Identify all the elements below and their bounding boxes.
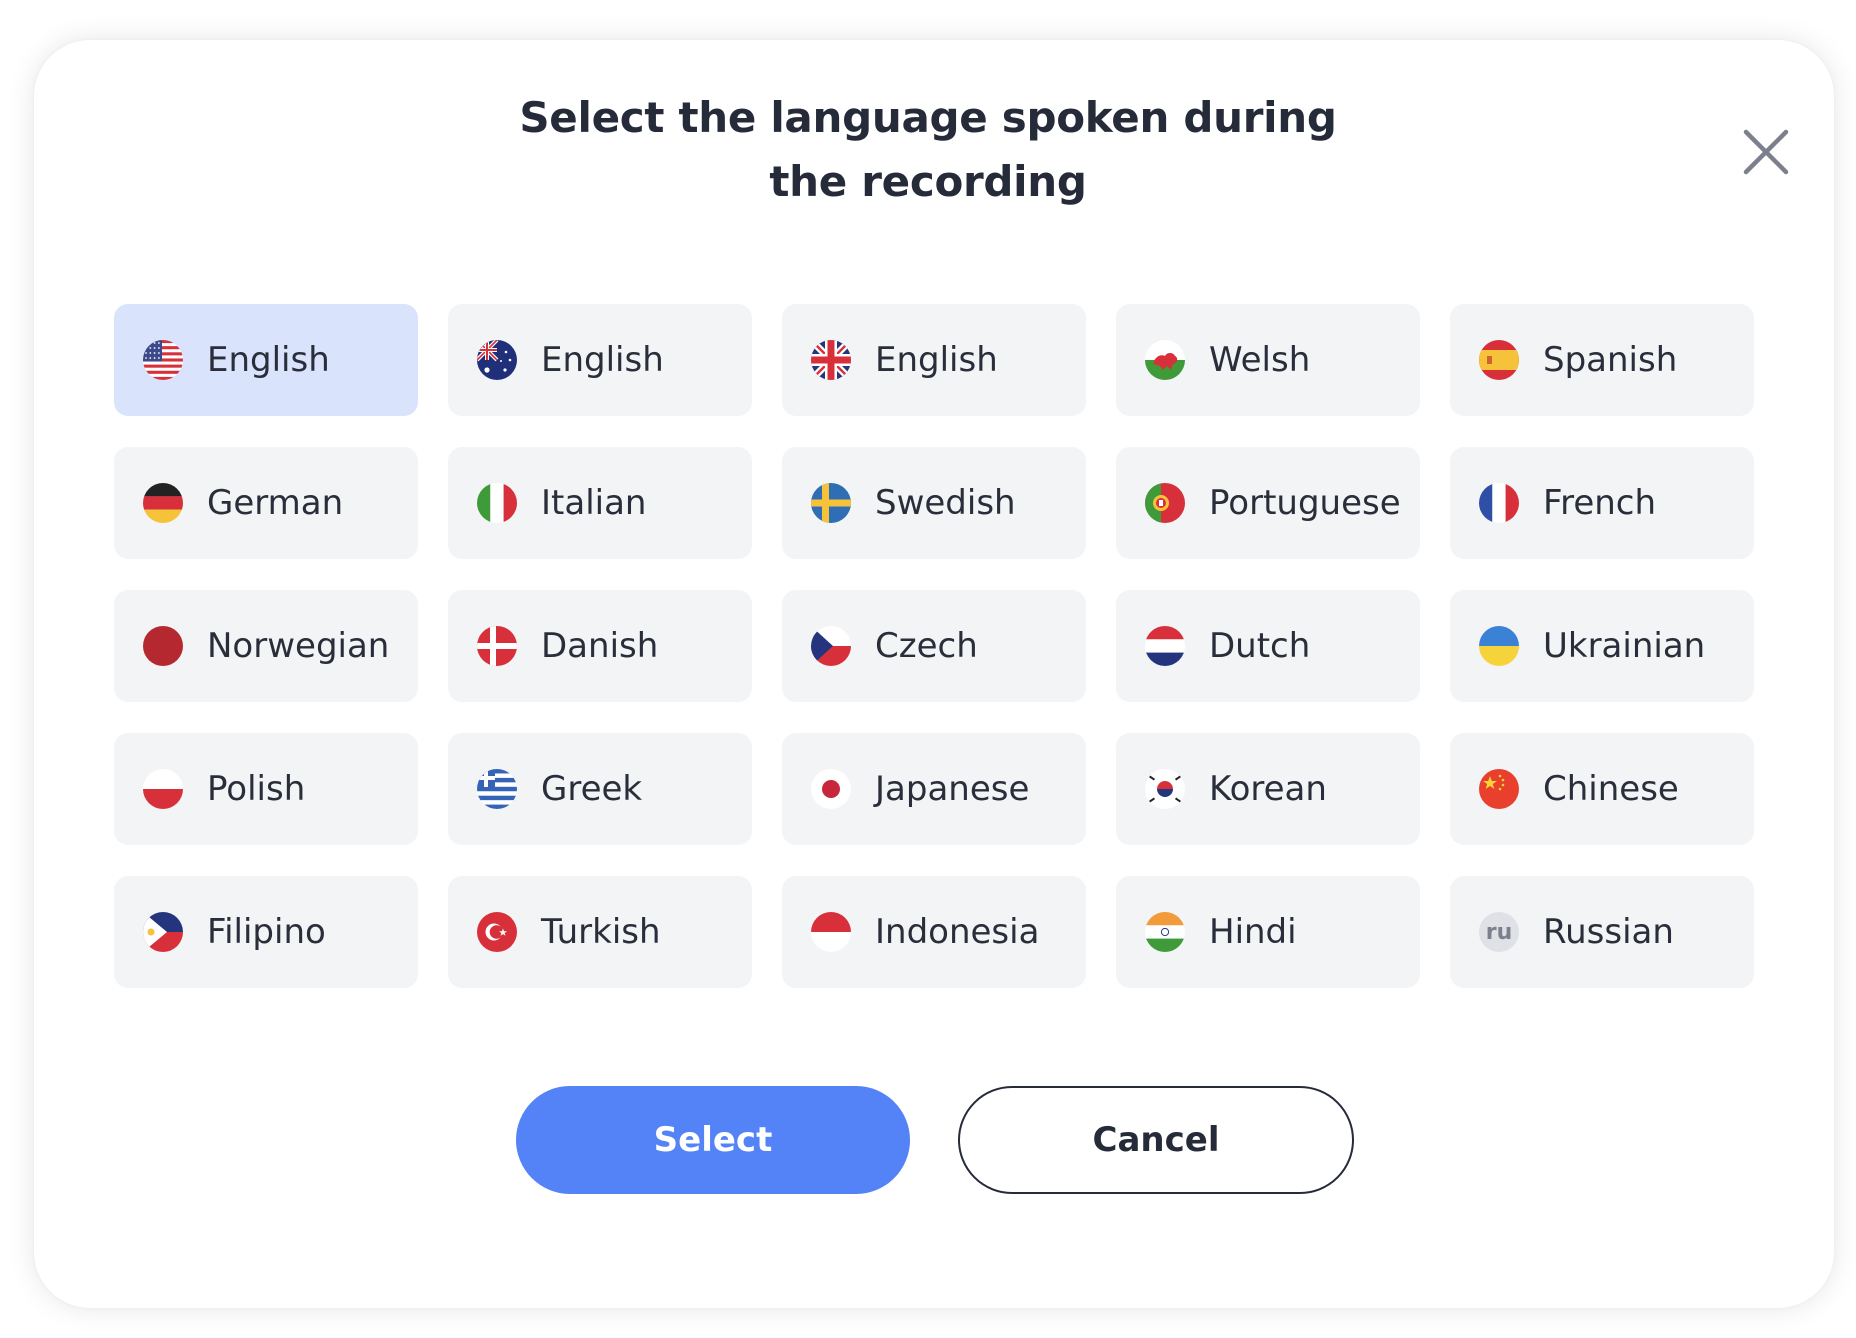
language-option-german[interactable]: German bbox=[114, 447, 418, 559]
language-label: French bbox=[1543, 483, 1657, 523]
au-flag-icon bbox=[477, 340, 517, 380]
language-label: Filipino bbox=[207, 912, 326, 952]
close-button[interactable] bbox=[1738, 124, 1794, 180]
pl-flag-icon bbox=[143, 769, 183, 809]
language-label: Indonesia bbox=[875, 912, 1040, 952]
language-label: Greek bbox=[541, 769, 643, 809]
language-label: Polish bbox=[207, 769, 306, 809]
language-label: English bbox=[875, 340, 998, 380]
gr-flag-icon bbox=[477, 769, 517, 809]
language-option-greek[interactable]: Greek bbox=[448, 733, 752, 845]
language-option-italian[interactable]: Italian bbox=[448, 447, 752, 559]
ua-flag-icon bbox=[1479, 626, 1519, 666]
jp-flag-icon bbox=[811, 769, 851, 809]
language-option-polish[interactable]: Polish bbox=[114, 733, 418, 845]
cancel-button[interactable]: Cancel bbox=[958, 1086, 1354, 1194]
es-flag-icon bbox=[1479, 340, 1519, 380]
ph-flag-icon bbox=[143, 912, 183, 952]
select-button[interactable]: Select bbox=[516, 1086, 910, 1194]
language-label: Welsh bbox=[1209, 340, 1311, 380]
language-option-japanese[interactable]: Japanese bbox=[782, 733, 1086, 845]
cn-flag-icon bbox=[1479, 769, 1519, 809]
it-flag-icon bbox=[477, 483, 517, 523]
close-icon bbox=[1743, 129, 1789, 175]
language-label: Spanish bbox=[1543, 340, 1678, 380]
language-option-korean[interactable]: Korean bbox=[1116, 733, 1420, 845]
language-label: Czech bbox=[875, 626, 978, 666]
language-option-swedish[interactable]: Swedish bbox=[782, 447, 1086, 559]
language-option-czech[interactable]: Czech bbox=[782, 590, 1086, 702]
language-label: Ukrainian bbox=[1543, 626, 1706, 666]
language-label: English bbox=[541, 340, 664, 380]
language-label: Norwegian bbox=[207, 626, 390, 666]
nl-flag-icon bbox=[1145, 626, 1185, 666]
se-flag-icon bbox=[811, 483, 851, 523]
language-label: Chinese bbox=[1543, 769, 1679, 809]
language-option-ukrainian[interactable]: Ukrainian bbox=[1450, 590, 1754, 702]
language-option-french[interactable]: French bbox=[1450, 447, 1754, 559]
id-flag-icon bbox=[811, 912, 851, 952]
no-flag-icon bbox=[143, 626, 183, 666]
pt-flag-icon bbox=[1145, 483, 1185, 523]
badge-text: ru bbox=[1485, 919, 1513, 945]
wales-flag-icon bbox=[1145, 340, 1185, 380]
in-flag-icon bbox=[1145, 912, 1185, 952]
language-option-russian[interactable]: ru Russian bbox=[1450, 876, 1754, 988]
language-option-spanish[interactable]: Spanish bbox=[1450, 304, 1754, 416]
language-label: Japanese bbox=[875, 769, 1030, 809]
language-label: Dutch bbox=[1209, 626, 1311, 666]
us-flag-icon bbox=[143, 340, 183, 380]
language-label: Danish bbox=[541, 626, 659, 666]
language-label: Hindi bbox=[1209, 912, 1297, 952]
language-option-dutch[interactable]: Dutch bbox=[1116, 590, 1420, 702]
language-option-welsh[interactable]: Welsh bbox=[1116, 304, 1420, 416]
dialog-title: Select the language spoken during the re… bbox=[519, 93, 1337, 206]
ru-badge-icon: ru bbox=[1479, 912, 1519, 952]
language-label: German bbox=[207, 483, 344, 523]
dk-flag-icon bbox=[477, 626, 517, 666]
language-label: Italian bbox=[541, 483, 647, 523]
cz-flag-icon bbox=[811, 626, 851, 666]
de-flag-icon bbox=[143, 483, 183, 523]
fr-flag-icon bbox=[1479, 483, 1519, 523]
language-option-portuguese[interactable]: Portuguese bbox=[1116, 447, 1420, 559]
language-option-english[interactable]: English bbox=[114, 304, 418, 416]
kr-flag-icon bbox=[1145, 769, 1185, 809]
language-option-norwegian[interactable]: Norwegian bbox=[114, 590, 418, 702]
language-label: Turkish bbox=[541, 912, 661, 952]
language-option-indonesia[interactable]: Indonesia bbox=[782, 876, 1086, 988]
language-option-english[interactable]: English bbox=[448, 304, 752, 416]
language-option-filipino[interactable]: Filipino bbox=[114, 876, 418, 988]
language-option-turkish[interactable]: Turkish bbox=[448, 876, 752, 988]
language-grid: English English English Welsh Spanish German I… bbox=[114, 304, 1754, 988]
language-label: Russian bbox=[1543, 912, 1674, 952]
language-label: Swedish bbox=[875, 483, 1016, 523]
language-option-hindi[interactable]: Hindi bbox=[1116, 876, 1420, 988]
gb-flag-icon bbox=[811, 340, 851, 380]
language-label: English bbox=[207, 340, 330, 380]
language-option-english[interactable]: English bbox=[782, 304, 1086, 416]
tr-flag-icon bbox=[477, 912, 517, 952]
language-option-danish[interactable]: Danish bbox=[448, 590, 752, 702]
language-label: Korean bbox=[1209, 769, 1327, 809]
language-option-chinese[interactable]: Chinese bbox=[1450, 733, 1754, 845]
language-label: Portuguese bbox=[1209, 483, 1401, 523]
